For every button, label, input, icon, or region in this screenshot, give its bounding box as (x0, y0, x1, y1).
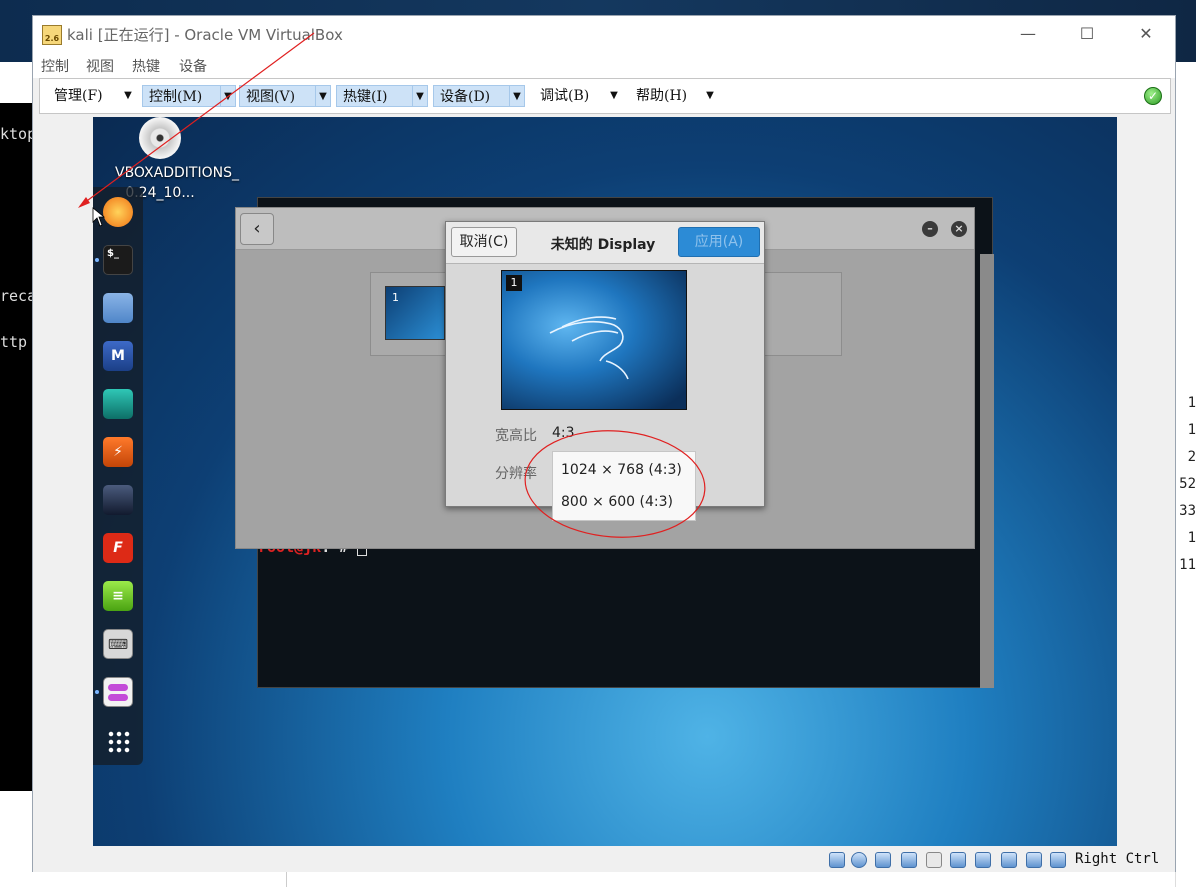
network-icon[interactable] (901, 852, 917, 868)
files-icon[interactable] (103, 293, 133, 323)
minimize-icon[interactable]: – (922, 221, 938, 237)
menu-devices[interactable]: 设备 (179, 56, 207, 76)
guest-screen[interactable]: VBOXADDITIONS_ 0.24_10... root@jk:~# ‹ 显… (93, 117, 1117, 846)
shared-folders-icon[interactable] (950, 852, 966, 868)
toolbar-menu-hotkey[interactable]: 热键(I) (336, 85, 414, 107)
aspect-ratio-value: 4:3 (552, 425, 575, 441)
optical-drive-icon[interactable] (851, 852, 867, 868)
resolution-label: 分辨率 (495, 466, 537, 482)
chevron-down-icon[interactable]: ▼ (220, 85, 236, 107)
chevron-down-icon[interactable]: ▼ (702, 85, 718, 107)
menu-view[interactable]: 视图 (86, 56, 114, 76)
keyboard-capture-icon[interactable] (1050, 852, 1066, 868)
burpsuite-icon[interactable]: ⚡ (103, 437, 133, 467)
chevron-down-icon[interactable]: ▼ (120, 85, 136, 107)
chevron-down-icon[interactable]: ▼ (412, 85, 428, 107)
window-title: kali [正在运行] - Oracle VM VirtualBox (67, 26, 343, 44)
notes-icon[interactable]: ≡ (103, 581, 133, 611)
cancel-button[interactable]: 取消(C) (451, 227, 517, 257)
status-ok-icon: ✓ (1144, 87, 1162, 105)
aspect-ratio-label: 宽高比 (495, 428, 537, 444)
faraday-icon[interactable]: F (103, 533, 133, 563)
recording-icon[interactable] (1001, 852, 1017, 868)
host-terminal-line: reca (0, 287, 32, 305)
title-bar[interactable]: 2.6 kali [正在运行] - Oracle VM VirtualBox —… (33, 16, 1175, 51)
monitor-thumbnail[interactable]: 1 (385, 286, 445, 340)
resolution-option[interactable]: 800 × 600 (4:3) (561, 494, 673, 510)
usb-icon[interactable] (926, 852, 942, 868)
display-dialog: 取消(C) 未知的 Display 应用(A) 1 宽高比 4:3 分辨率 10… (445, 221, 765, 521)
chevron-down-icon[interactable]: ▼ (606, 85, 622, 107)
host-number: 1 (1187, 395, 1196, 411)
terminal-icon[interactable]: $_ (103, 245, 133, 275)
dock: $_ M ⚡ F ≡ ⌨ (93, 187, 143, 765)
host-number: 2 (1187, 449, 1196, 465)
display-icon[interactable] (975, 852, 991, 868)
resolution-dropdown[interactable]: 1024 × 768 (4:3) 800 × 600 (4:3) (552, 451, 696, 521)
hard-disk-icon[interactable] (829, 852, 845, 868)
firefox-icon[interactable] (103, 197, 133, 227)
toolbar-menu-manage[interactable]: 管理(F) (48, 85, 120, 107)
cd-disc-icon[interactable] (139, 117, 181, 159)
close-button[interactable]: ✕ (1123, 20, 1169, 48)
running-indicator (95, 690, 99, 694)
metasploit-icon[interactable]: M (103, 341, 133, 371)
apply-button[interactable]: 应用(A) (678, 227, 760, 257)
host-divider (286, 872, 287, 887)
toolbar-menu-view[interactable]: 视图(V) (239, 85, 317, 107)
maximize-button[interactable]: ☐ (1064, 20, 1110, 48)
menu-hotkey[interactable]: 热键 (132, 56, 160, 76)
close-icon[interactable]: × (951, 221, 967, 237)
toolbar-menu-help[interactable]: 帮助(H) (630, 85, 702, 107)
host-number: 52 (1179, 476, 1196, 492)
dialog-title: 未知的 Display (550, 237, 656, 253)
minimize-button[interactable]: — (1005, 20, 1051, 48)
status-bar: Right Ctrl (33, 848, 1175, 872)
display-preview: 1 (501, 270, 687, 410)
app-grid-icon[interactable] (107, 730, 131, 754)
host-number: 1 (1187, 530, 1196, 546)
virtualbox-app-icon: 2.6 (42, 25, 62, 45)
chevron-down-icon[interactable]: ▼ (315, 85, 331, 107)
beef-icon[interactable] (103, 485, 133, 515)
kali-dragon-icon (549, 316, 629, 380)
maltego-icon[interactable] (103, 389, 133, 419)
menu-bar: 控制 视图 热键 设备 (33, 51, 1175, 78)
toolbar-menu-debug[interactable]: 调试(B) (534, 85, 606, 107)
host-background-numbers: 1 1 2 52 33 1 11 (1175, 390, 1196, 579)
resolution-option[interactable]: 1024 × 768 (4:3) (561, 462, 682, 478)
audio-icon[interactable] (875, 852, 891, 868)
host-terminal-window: ktop reca ttp (0, 103, 32, 791)
terminal-scrollbar[interactable] (980, 254, 994, 688)
host-terminal-line: ktop (0, 125, 32, 143)
monitor-number: 1 (392, 291, 399, 304)
running-indicator (95, 258, 99, 262)
host-number: 33 (1179, 503, 1196, 519)
cpu-icon[interactable] (1026, 852, 1042, 868)
host-number: 1 (1187, 422, 1196, 438)
toolbar-menu-control[interactable]: 控制(M) (142, 85, 222, 107)
virtualbox-window: 2.6 kali [正在运行] - Oracle VM VirtualBox —… (32, 15, 1176, 872)
toolbar-menu-devices[interactable]: 设备(D) (433, 85, 511, 107)
menu-toolbar: 管理(F) ▼ 控制(M) ▼ 视图(V) ▼ 热键(I) ▼ 设备(D) ▼ … (39, 78, 1171, 114)
chevron-down-icon[interactable]: ▼ (509, 85, 525, 107)
menu-control[interactable]: 控制 (41, 56, 69, 76)
host-terminal-line: ttp (0, 333, 28, 351)
keyboard-icon[interactable]: ⌨ (103, 629, 133, 659)
settings-icon[interactable] (103, 677, 133, 707)
host-key-label: Right Ctrl (1075, 851, 1160, 867)
dialog-header: 取消(C) 未知的 Display 应用(A) (446, 222, 764, 264)
host-number: 11 (1179, 557, 1196, 573)
